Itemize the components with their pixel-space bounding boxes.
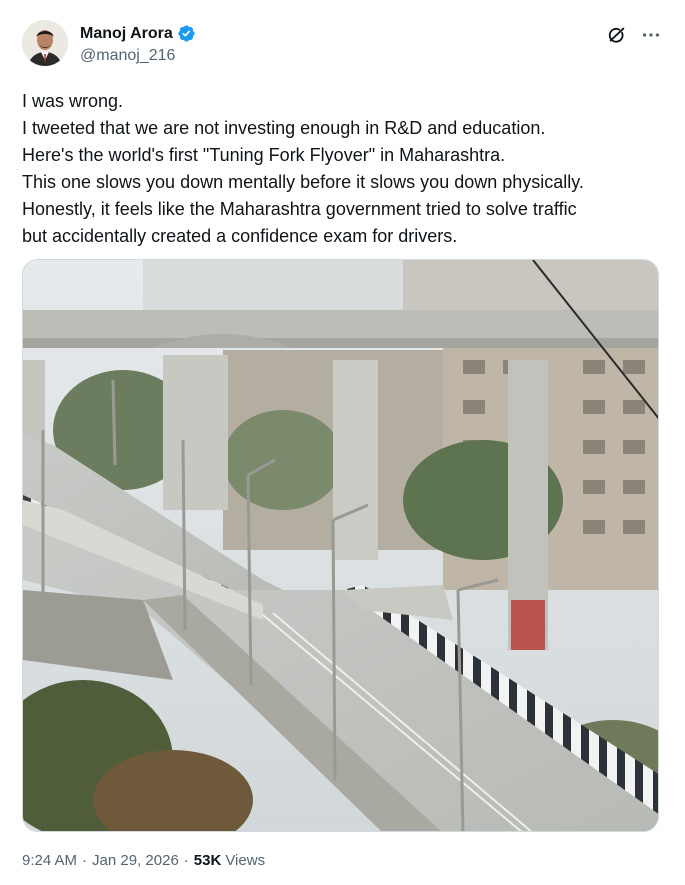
flyover-photo xyxy=(23,260,658,831)
tweet: Manoj Arora @manoj_216 I was wrong. I tw… xyxy=(0,0,685,885)
tweet-line: This one slows you down mentally before … xyxy=(22,172,584,192)
tweet-line: I tweeted that we are not investing enou… xyxy=(22,118,546,138)
avatar[interactable] xyxy=(22,20,68,66)
author-display-name[interactable]: Manoj Arora xyxy=(80,25,173,43)
views-count: 53K xyxy=(193,852,222,869)
tweet-time[interactable]: 9:24 AM xyxy=(22,852,77,869)
grok-icon[interactable] xyxy=(606,24,628,46)
author-handle[interactable]: @manoj_216 xyxy=(80,47,175,65)
tweet-line: I was wrong. xyxy=(22,91,124,111)
tweet-meta: 9:24 AM · Jan 29, 2026 · 53K Views xyxy=(22,852,265,869)
tweet-date[interactable]: Jan 29, 2026 xyxy=(92,852,179,869)
tweet-line: Honestly, it feels like the Maharashtra … xyxy=(22,199,577,219)
more-icon[interactable] xyxy=(640,24,662,46)
tweet-line: but accidentally created a confidence ex… xyxy=(22,226,458,246)
tweet-text: I was wrong. I tweeted that we are not i… xyxy=(22,88,672,250)
author-name-row[interactable]: Manoj Arora xyxy=(80,24,196,43)
meta-separator: · xyxy=(82,852,88,869)
meta-separator: · xyxy=(183,852,189,869)
tweet-line: Here's the world's first "Tuning Fork Fl… xyxy=(22,145,506,165)
views-label: Views xyxy=(225,852,266,869)
verified-badge-icon[interactable] xyxy=(177,24,196,43)
tweet-media-photo[interactable] xyxy=(22,259,659,832)
